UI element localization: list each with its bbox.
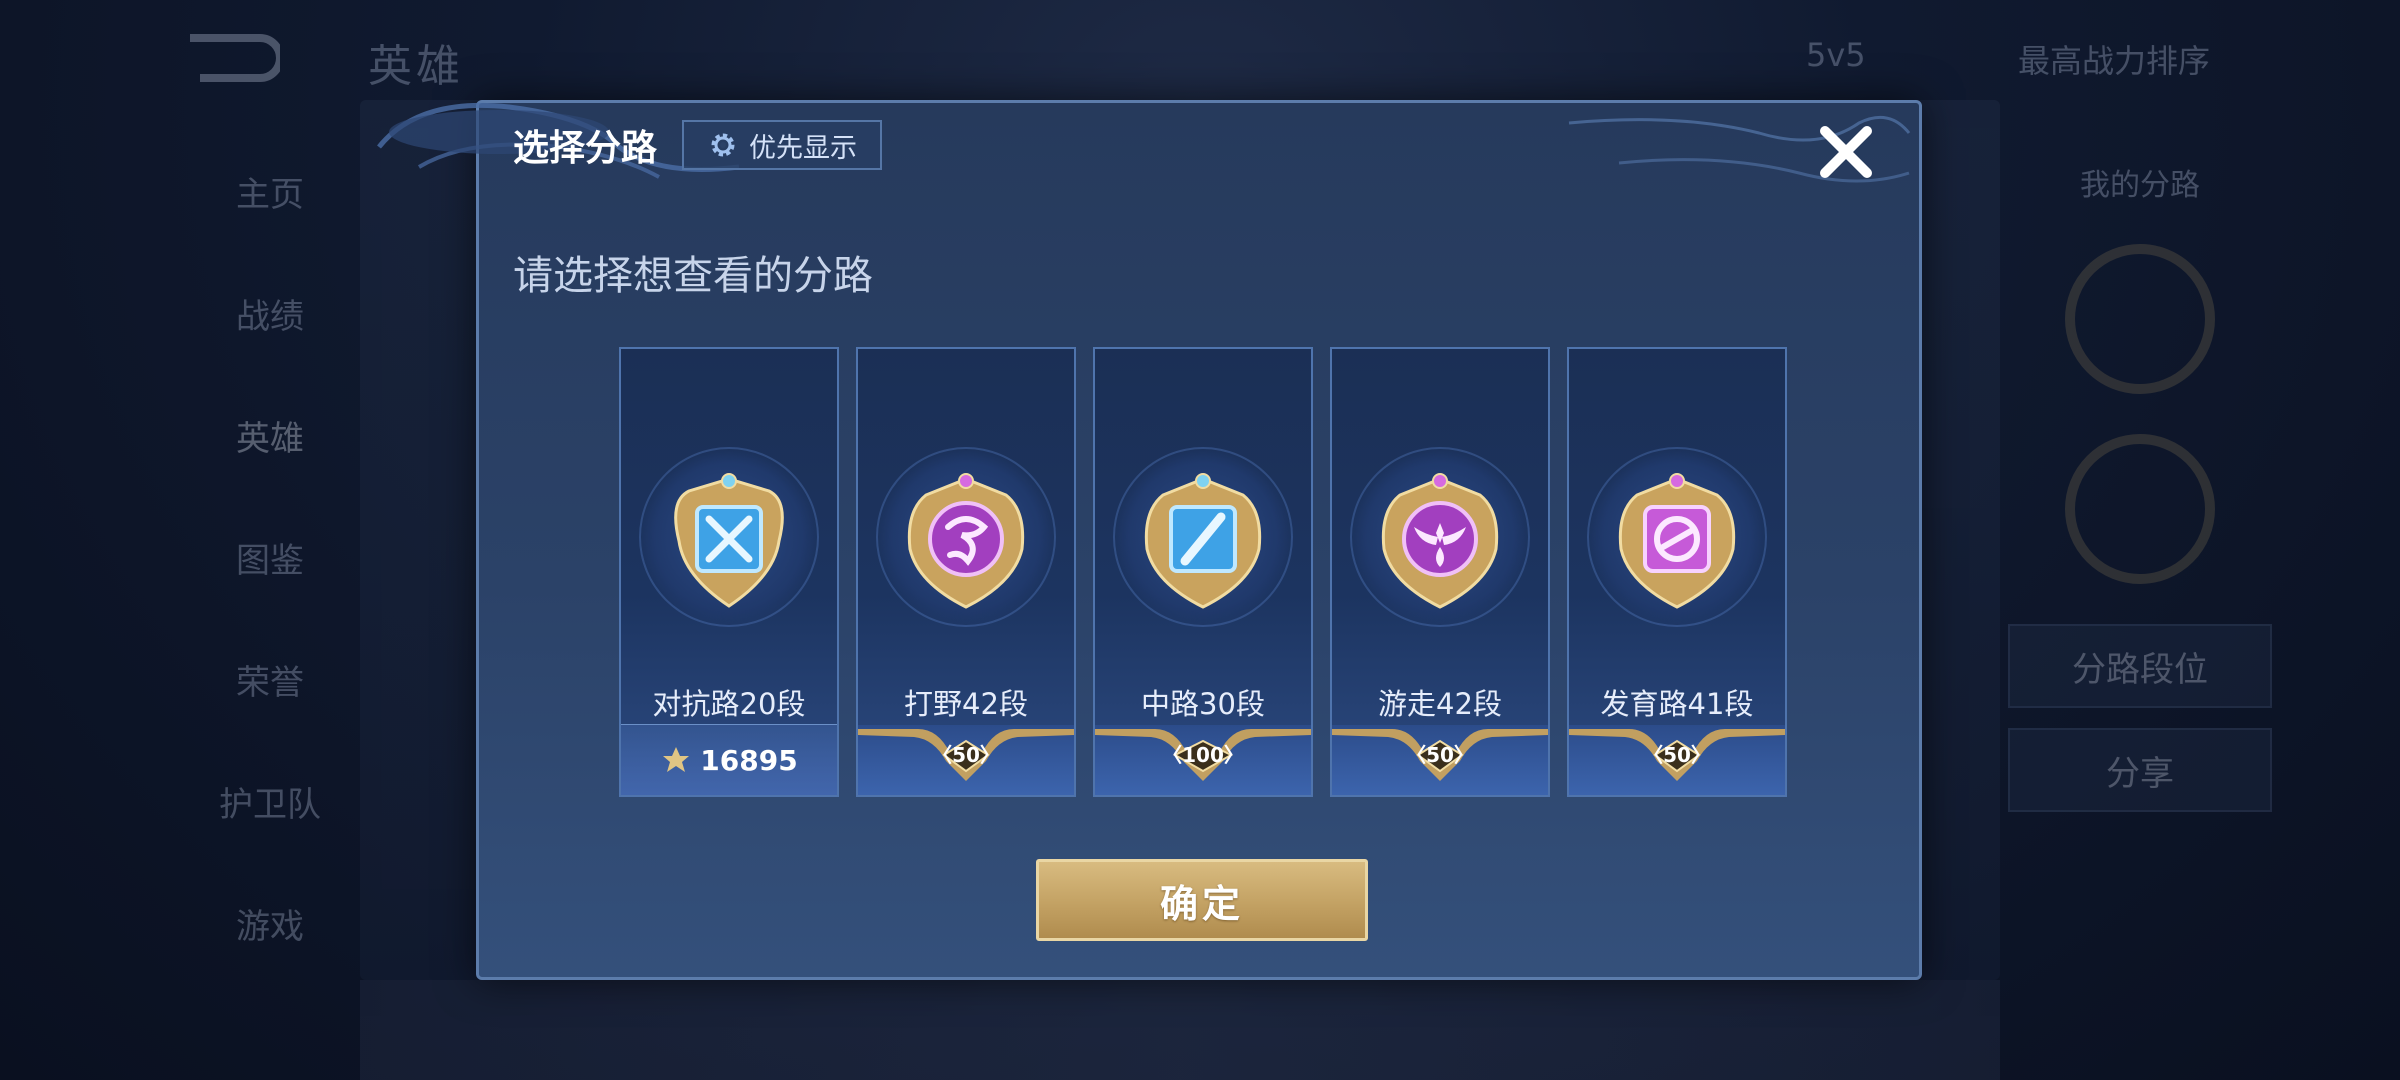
lane-badge (1113, 447, 1293, 627)
bg-right-title: 我的分路 (2080, 168, 2200, 203)
lane-badge (876, 447, 1056, 627)
lane-rank-value: 〈50〉 (1406, 743, 1474, 767)
bg-hero-strip (360, 980, 2000, 1080)
lane-rank-value: 〈50〉 (1643, 743, 1711, 767)
lane-card-mid[interactable]: 中路30段 〈100〉 (1093, 347, 1313, 797)
lane-card-jungle[interactable]: 打野42段 〈50〉 (856, 347, 1076, 797)
lane-label: 发育路41段 (1600, 687, 1754, 721)
dialog-title: 选择分路 (513, 128, 658, 169)
dragon-icon (907, 473, 1025, 609)
back-arrow-icon (190, 34, 280, 82)
lane-rank-value: 〈50〉 (932, 743, 1000, 767)
wings-icon (1381, 473, 1499, 609)
bg-emblem-icon (2065, 244, 2215, 394)
bow-icon (1618, 473, 1736, 609)
priority-display-label: 优先显示 (749, 132, 857, 164)
confirm-button[interactable]: 确定 (1036, 859, 1368, 941)
lane-label: 打野42段 (904, 687, 1028, 721)
lane-label: 中路30段 (1141, 687, 1265, 721)
swords-icon (674, 473, 784, 608)
bg-mode-select: 5v5 (1806, 36, 1866, 74)
bg-lane-rank-button: 分路段位 (2008, 624, 2272, 708)
staff-icon (1144, 473, 1262, 609)
lane-card-support[interactable]: 游走42段 〈50〉 (1330, 347, 1550, 797)
lane-badge (1587, 447, 1767, 627)
lane-badge (1350, 447, 1530, 627)
bg-share-button: 分享 (2008, 728, 2272, 812)
dialog-prompt: 请选择想查看的分路 (513, 253, 873, 299)
bg-sidebar-item: 图鉴 (236, 540, 304, 581)
lane-points: 16895 (621, 724, 837, 795)
lane-label: 游走42段 (1378, 687, 1502, 721)
gear-icon (711, 133, 735, 157)
close-icon[interactable] (1813, 119, 1879, 185)
priority-display-button[interactable]: 优先显示 (682, 120, 882, 170)
bg-right-panel: 我的分路 分路段位 分享 (1990, 130, 2290, 1050)
lane-badge (639, 447, 819, 627)
lane-rank: 〈50〉 (1569, 725, 1785, 795)
bg-sidebar-item: 护卫队 (219, 784, 321, 825)
lane-card-list: 对抗路20段 16895 打野42段 〈50〉 中路30段 〈100〉 游走42… (619, 347, 1787, 797)
bg-sidebar-item: 荣誉 (236, 662, 304, 703)
bg-emblem-icon (2065, 434, 2215, 584)
lane-select-dialog: 选择分路 优先显示 请选择想查看的分路 对抗路20段 16895 打野42段 〈… (377, 100, 1922, 980)
bg-sidebar-item: 英雄 (236, 418, 304, 459)
lane-rank-value: 〈100〉 (1162, 743, 1244, 767)
lane-card-top[interactable]: 对抗路20段 16895 (619, 347, 839, 797)
lane-points-value: 16895 (700, 743, 798, 777)
bg-sort-select: 最高战力排序 (2018, 42, 2211, 80)
bg-sidebar: 主页 战绩 英雄 图鉴 荣誉 护卫队 游戏 (180, 130, 360, 984)
bg-sidebar-item: 游戏 (236, 906, 304, 947)
combat-power-icon (663, 747, 690, 772)
lane-label: 对抗路20段 (652, 687, 806, 721)
lane-rank: 〈50〉 (858, 725, 1074, 795)
bg-sidebar-item: 战绩 (236, 296, 304, 337)
lane-rank: 〈100〉 (1095, 725, 1311, 795)
bg-page-title: 英雄 (368, 41, 464, 92)
lane-rank: 〈50〉 (1332, 725, 1548, 795)
lane-card-bottom[interactable]: 发育路41段 〈50〉 (1567, 347, 1787, 797)
bg-sidebar-item: 主页 (236, 174, 304, 215)
